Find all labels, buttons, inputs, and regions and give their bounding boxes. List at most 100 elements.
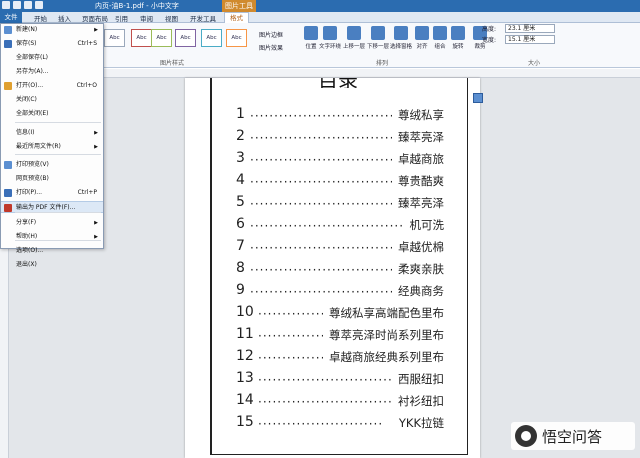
tab-review[interactable]: 审阅: [140, 13, 153, 23]
file-menu-item-label: 输出为 PDF 文件(F)...: [16, 204, 76, 211]
toc-entry-text: 臻萃亮泽: [398, 130, 444, 144]
redo-icon[interactable]: [35, 1, 43, 9]
file-menu-item[interactable]: 全部关闭(E): [1, 108, 103, 120]
file-menu-item[interactable]: 帮助(H) ▶: [1, 231, 103, 243]
bring-forward-button[interactable]: 上移一层: [342, 26, 366, 50]
file-menu-item-label: 分享(F): [16, 219, 37, 226]
picture-effect-button[interactable]: 图片效果: [259, 43, 283, 52]
wukong-logo-icon: [515, 425, 537, 447]
toc-entry-number: 5: [236, 194, 245, 210]
file-menu-item[interactable]: 另存为(A)...: [1, 66, 103, 78]
menu-item-icon: [4, 82, 12, 90]
picture-style-4[interactable]: Abc: [175, 29, 196, 47]
tab-page-layout[interactable]: 页面布局: [82, 13, 108, 23]
toc-entry-number: 4: [236, 172, 245, 188]
toc-entry: 3 卓越商旅 ···································…: [236, 150, 444, 170]
width-input[interactable]: 15.1 厘米: [505, 35, 555, 44]
undo-icon[interactable]: [24, 1, 32, 9]
file-menu-item[interactable]: 打印预览(V): [1, 159, 103, 171]
wrap-text-icon: [323, 26, 337, 40]
toc-entry-text: 西服纽扣: [398, 372, 444, 386]
toc-entry-text: 衬衫纽扣: [398, 394, 444, 408]
file-menu-item[interactable]: 打印(P)... Ctrl+P: [1, 187, 103, 199]
toc-entry-number: 2: [236, 128, 245, 144]
wrap-text-button[interactable]: 文字环绕: [318, 26, 342, 50]
toc-entry-text: 卓越商旅: [398, 152, 444, 166]
toc-entry: 13 西服纽扣 ··································…: [236, 370, 444, 390]
watermark-text: 悟空问答: [542, 427, 603, 446]
file-menu-item-label: 退出(X): [16, 261, 37, 268]
tab-start[interactable]: 开始: [34, 13, 47, 23]
send-backward-icon: [371, 26, 385, 40]
group-label-size: 大小: [528, 60, 541, 67]
toc-entry-text: 柔爽亲肤: [398, 262, 444, 276]
layout-options-icon[interactable]: [473, 93, 483, 103]
menu-item-icon: [4, 204, 12, 212]
ribbon-tab-bar: 文件 开始 插入 页面布局 引用 审阅 视图 开发工具 格式: [0, 12, 640, 23]
picture-tools-context-tab: 图片工具: [222, 0, 256, 12]
toc-entry: 9 经典商务 ···································…: [236, 282, 444, 302]
menu-separator: [15, 154, 101, 155]
file-menu-item-label: 打印预览(V): [16, 161, 49, 168]
file-menu-item-label: 打印(P)...: [16, 189, 43, 196]
group-label-arrange: 排列: [376, 60, 389, 67]
file-menu-item[interactable]: 关闭(C): [1, 94, 103, 106]
file-menu-item[interactable]: 退出(X): [1, 259, 103, 271]
send-backward-button[interactable]: 下移一层: [366, 26, 390, 50]
toc-leader-dots: ········································…: [258, 395, 392, 409]
toc-leader-dots: ········································…: [250, 109, 392, 123]
align-icon: [415, 26, 429, 40]
tab-insert[interactable]: 插入: [58, 13, 71, 23]
file-menu-item[interactable]: 选项(O)...: [1, 245, 103, 257]
file-menu-item[interactable]: 保存(S) Ctrl+S: [1, 38, 103, 50]
height-input[interactable]: 23.1 厘米: [505, 24, 555, 33]
toc-entry: 1 尊绒私享 ···································…: [236, 106, 444, 126]
toc-entry-text: 机可洗: [409, 218, 445, 232]
picture-style-5[interactable]: Abc: [201, 29, 222, 47]
tab-reference[interactable]: 引用: [115, 13, 128, 23]
file-menu-item-label: 最近所用文件(R): [16, 143, 61, 150]
tab-developer[interactable]: 开发工具: [190, 13, 216, 23]
picture-style-2[interactable]: Abc: [131, 29, 152, 47]
quick-access-toolbar: [2, 1, 43, 9]
toc-leader-dots: ········································…: [250, 197, 392, 211]
toc-entry-number: 15: [236, 414, 254, 430]
toc-entry-number: 8: [236, 260, 245, 276]
file-menu-item-label: 全部保存(L): [16, 54, 49, 61]
toc-entry-text: 尊贵酷爽: [398, 174, 444, 188]
toc-leader-dots: ········································…: [258, 373, 392, 387]
file-menu-item[interactable]: 打开(O)... Ctrl+O: [1, 80, 103, 92]
tab-file[interactable]: 文件: [0, 12, 22, 23]
file-menu-item[interactable]: 信息(I) ▶: [1, 127, 103, 139]
picture-border-button[interactable]: 图片边框: [259, 30, 283, 39]
menu-item-icon: [4, 40, 12, 48]
file-menu-item[interactable]: 最近所用文件(R) ▶: [1, 141, 103, 153]
file-menu-item[interactable]: 全部保存(L): [1, 52, 103, 64]
file-menu-item-label: 全部关闭(E): [16, 110, 49, 117]
picture-style-1[interactable]: Abc: [104, 29, 125, 47]
toc-entry-number: 6: [236, 216, 245, 232]
toc-entry-text: 尊绒私享: [398, 108, 444, 122]
toc-entry: 11 尊萃亮泽时尚系列里布 ····························…: [236, 326, 444, 346]
watermark: 悟空问答: [511, 422, 635, 450]
group-icon: [433, 26, 447, 40]
submenu-arrow-icon: ▶: [94, 220, 98, 226]
toc-entry-number: 7: [236, 238, 245, 254]
file-menu-item-label: 帮助(H): [16, 233, 38, 240]
file-menu-item[interactable]: 新建(N) ▶: [1, 24, 103, 36]
picture-style-6[interactable]: Abc: [226, 29, 247, 47]
rotate-button[interactable]: 旋转: [446, 26, 470, 50]
picture-style-3[interactable]: Abc: [151, 29, 172, 47]
toc-leader-dots: ········································…: [258, 307, 323, 321]
toc-leader-dots: ········································…: [250, 131, 392, 145]
toc-leader-dots: ········································…: [258, 417, 381, 431]
tab-format[interactable]: 格式: [224, 12, 249, 23]
tab-view[interactable]: 视图: [165, 13, 178, 23]
toc-entry-number: 14: [236, 392, 254, 408]
shortcut-text: Ctrl+P: [77, 189, 97, 196]
save-icon[interactable]: [13, 1, 21, 9]
app-icon: [2, 1, 10, 9]
file-menu-item[interactable]: 分享(F) ▶: [1, 217, 103, 229]
file-menu-item[interactable]: 网页预览(B): [1, 173, 103, 185]
toc-leader-dots: ········································…: [258, 351, 323, 365]
